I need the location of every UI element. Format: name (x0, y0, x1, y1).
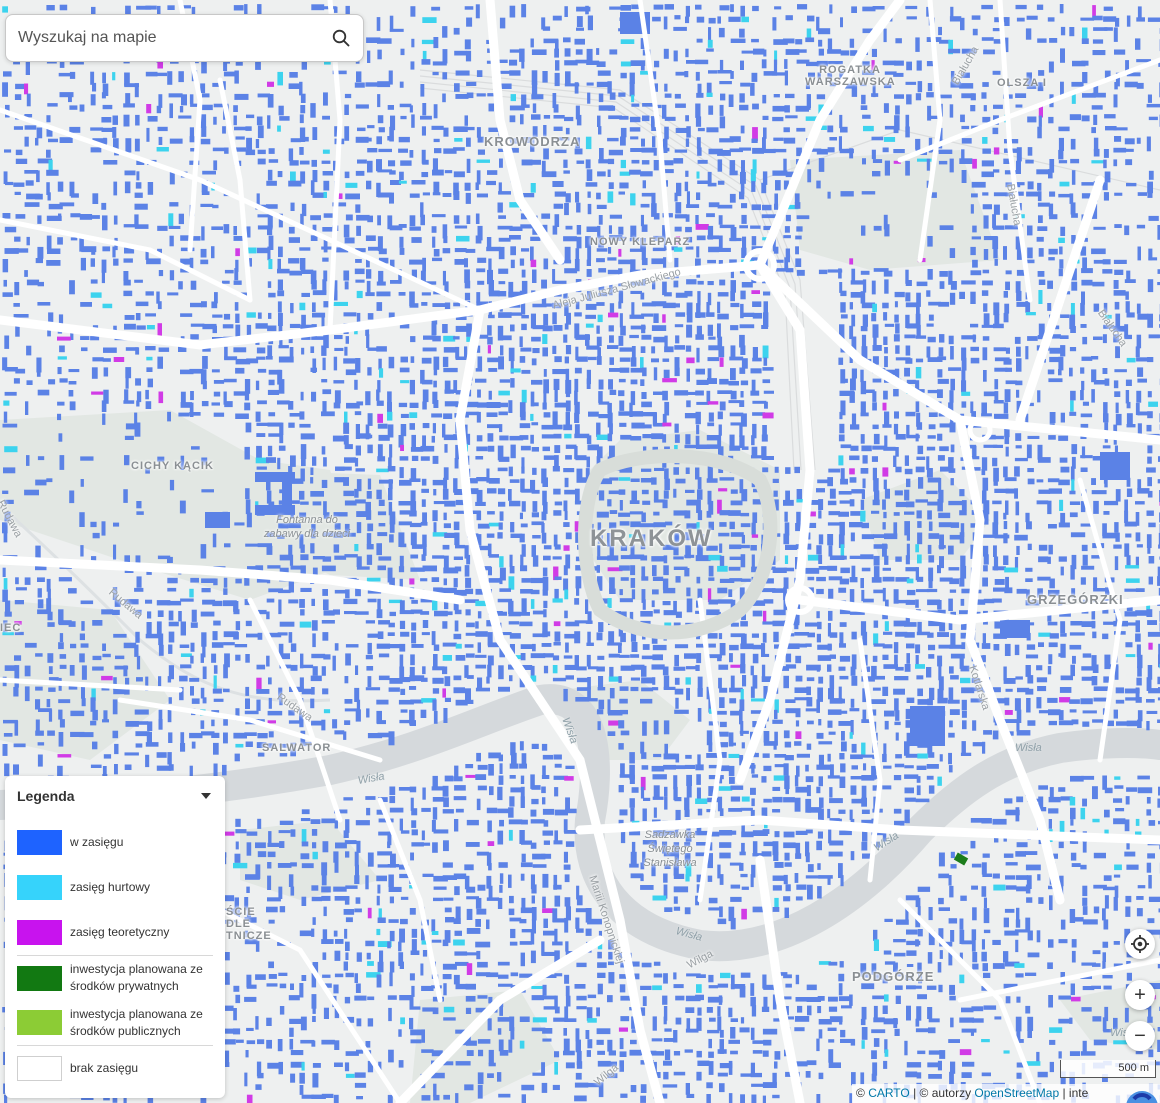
crosshair-icon (1131, 935, 1149, 953)
zoom-out-button[interactable]: − (1125, 1021, 1155, 1051)
chevron-down-icon[interactable] (201, 793, 211, 799)
city-label: KRAKÓW (590, 525, 713, 552)
zoom-in-button[interactable]: + (1125, 980, 1155, 1010)
legend-item-in-range: w zasięgu (17, 820, 213, 865)
legend-swatch (17, 920, 62, 945)
district-label-krowodrza: KROWODRZA (484, 134, 581, 149)
river-label-5: Wisła (1015, 742, 1042, 754)
district-label-cichy-kacik: CICHY KĄCIK (131, 460, 214, 472)
search-icon[interactable] (331, 28, 351, 48)
poi-label-sadzawka: Sadzawka Świętego Stanisława (643, 829, 697, 869)
district-label-olsza: OLSZA I (997, 77, 1047, 89)
carto-link[interactable]: CARTO (868, 1086, 910, 1100)
scale-label: 500 m (1118, 1062, 1149, 1074)
scale-bar: 500 m (1060, 1060, 1156, 1078)
district-label-salwator: SALWATOR (262, 742, 332, 754)
osm-link[interactable]: OpenStreetMap (974, 1086, 1059, 1100)
district-label-podgorze: PODGÓRZE (852, 969, 935, 984)
district-label-rogatka: ROGATKA WARSZAWSKA (805, 64, 896, 88)
legend-item-wholesale: zasięg hurtowy (17, 865, 213, 910)
search-box[interactable] (5, 14, 364, 62)
legend-label: inwestycja planowana ze środków prywatny… (70, 962, 203, 993)
recaptcha-badge[interactable] (1112, 1085, 1160, 1103)
legend-item-no-coverage: brak zasięgu (17, 1045, 213, 1090)
legend-header[interactable]: Legenda (17, 788, 213, 804)
legend-item-theoretical: zasięg teoretyczny (17, 910, 213, 955)
district-label-nowy-kleparz: NOWY KLEPARZ (590, 236, 691, 248)
attribution-mid: | © autorzy (909, 1086, 975, 1100)
district-label-partial: ŚCIE DLE TNICZE (226, 906, 272, 942)
locate-button[interactable] (1125, 929, 1155, 959)
legend-label: brak zasięgu (70, 1060, 139, 1075)
district-label-edge: IEC (0, 622, 22, 634)
legend-swatch (17, 875, 62, 900)
legend-item-private-investment: inwestycja planowana ze środków prywatny… (17, 955, 213, 1000)
attribution-suffix: | inte (1059, 1086, 1089, 1100)
poi-label-fountain: Fontanna do zabawy dla dzieci (263, 514, 351, 540)
legend-label: inwestycja planowana ze środków publiczn… (70, 1006, 203, 1038)
attribution-prefix: © (856, 1086, 869, 1100)
legend-label: zasięg hurtowy (70, 880, 151, 894)
legend-swatch (17, 965, 62, 991)
legend-label: zasięg teoretyczny (70, 925, 170, 939)
legend-swatch (17, 1010, 62, 1035)
legend-panel: Legenda w zasięgu zasięg hurtowy zasięg … (5, 776, 225, 1098)
legend-label: w zasięgu (70, 835, 124, 849)
legend-swatch (17, 1055, 62, 1081)
legend-title: Legenda (17, 788, 75, 804)
legend-swatch (17, 830, 62, 855)
district-label-grzegorzki: GRZEGÓRZKI (1027, 592, 1124, 607)
legend-item-public-investment: inwestycja planowana ze środków publiczn… (17, 1000, 213, 1045)
search-input[interactable] (18, 29, 331, 47)
